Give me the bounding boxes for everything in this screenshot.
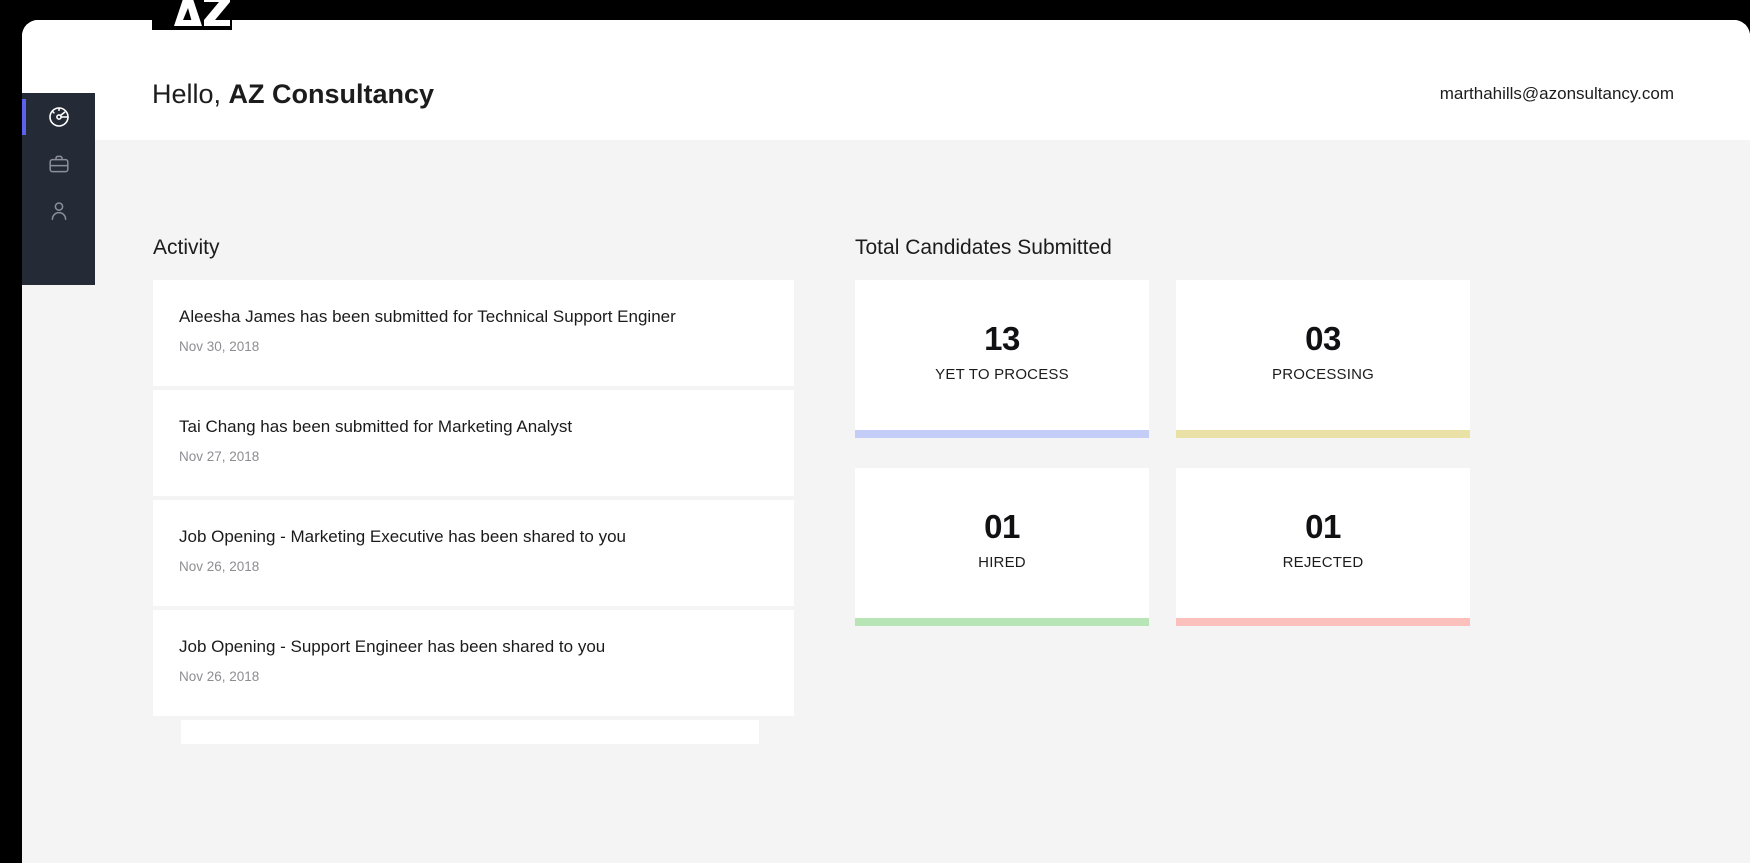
- activity-item[interactable]: Aleesha James has been submitted for Tec…: [153, 280, 794, 386]
- stat-card-processing[interactable]: 03 PROCESSING: [1176, 280, 1470, 438]
- activity-item[interactable]: Job Opening - Marketing Executive has be…: [153, 500, 794, 606]
- app-window: Hello, AZ Consultancy marthahills@azonsu…: [22, 20, 1750, 863]
- az-logo-icon[interactable]: [152, 0, 232, 30]
- activity-item[interactable]: Job Opening - Support Engineer has been …: [153, 610, 794, 716]
- screen-root: Hello, AZ Consultancy marthahills@azonsu…: [0, 0, 1750, 863]
- stat-accent-bar: [855, 618, 1149, 626]
- activity-panel: Activity Aleesha James has been submitte…: [153, 234, 794, 744]
- stat-card-hired[interactable]: 01 HIRED: [855, 468, 1149, 626]
- sidebar-item-jobs[interactable]: [22, 140, 95, 187]
- activity-item-text: Job Opening - Support Engineer has been …: [179, 637, 606, 656]
- stat-label: PROCESSING: [1271, 366, 1375, 383]
- activity-item-text: Aleesha James has been submitted for Tec…: [179, 307, 676, 326]
- stats-heading: Total Candidates Submitted: [855, 236, 1112, 259]
- activity-item-date: Nov 27, 2018: [179, 449, 260, 464]
- sidebar: [22, 93, 95, 285]
- page-title: Hello, AZ Consultancy: [152, 77, 434, 111]
- stat-label: YET TO PROCESS: [935, 366, 1069, 383]
- sidebar-item-candidates[interactable]: [22, 187, 95, 234]
- stat-value: 01: [984, 508, 1020, 545]
- stat-label: REJECTED: [1282, 554, 1364, 571]
- activity-heading: Activity: [153, 236, 220, 259]
- stat-label: HIRED: [978, 554, 1026, 571]
- stat-accent-bar: [1176, 430, 1470, 438]
- page-header: Hello, AZ Consultancy marthahills@azonsu…: [22, 20, 1750, 140]
- activity-list-overflow: [181, 720, 759, 744]
- briefcase-icon: [47, 152, 71, 176]
- dashboard-speedometer-icon: [47, 105, 71, 129]
- main-content: Activity Aleesha James has been submitte…: [22, 140, 1750, 863]
- stat-card-rejected[interactable]: 01 REJECTED: [1176, 468, 1470, 626]
- user-email[interactable]: marthahills@azonsultancy.com: [1440, 82, 1674, 106]
- activity-item[interactable]: Tai Chang has been submitted for Marketi…: [153, 390, 794, 496]
- activity-item-text: Tai Chang has been submitted for Marketi…: [179, 417, 573, 436]
- stat-accent-bar: [1176, 618, 1470, 626]
- activity-item-text: Job Opening - Marketing Executive has be…: [179, 527, 626, 546]
- stats-grid: 13 YET TO PROCESS 03 PROCESSING 01 HIRED: [855, 280, 1471, 626]
- stat-accent-bar: [855, 430, 1149, 438]
- stat-value: 01: [1305, 508, 1341, 545]
- activity-item-date: Nov 26, 2018: [179, 669, 260, 684]
- stats-panel: Total Candidates Submitted 13 YET TO PRO…: [855, 234, 1471, 626]
- stat-card-yet-to-process[interactable]: 13 YET TO PROCESS: [855, 280, 1149, 438]
- stat-value: 03: [1305, 320, 1341, 357]
- user-person-icon: [47, 199, 71, 223]
- stat-value: 13: [984, 320, 1020, 357]
- company-name: AZ Consultancy: [228, 79, 435, 109]
- activity-item-date: Nov 30, 2018: [179, 339, 260, 354]
- greeting-prefix: Hello,: [152, 79, 229, 109]
- activity-list[interactable]: Aleesha James has been submitted for Tec…: [153, 280, 794, 744]
- activity-item-date: Nov 26, 2018: [179, 559, 260, 574]
- sidebar-item-dashboard[interactable]: [22, 93, 95, 140]
